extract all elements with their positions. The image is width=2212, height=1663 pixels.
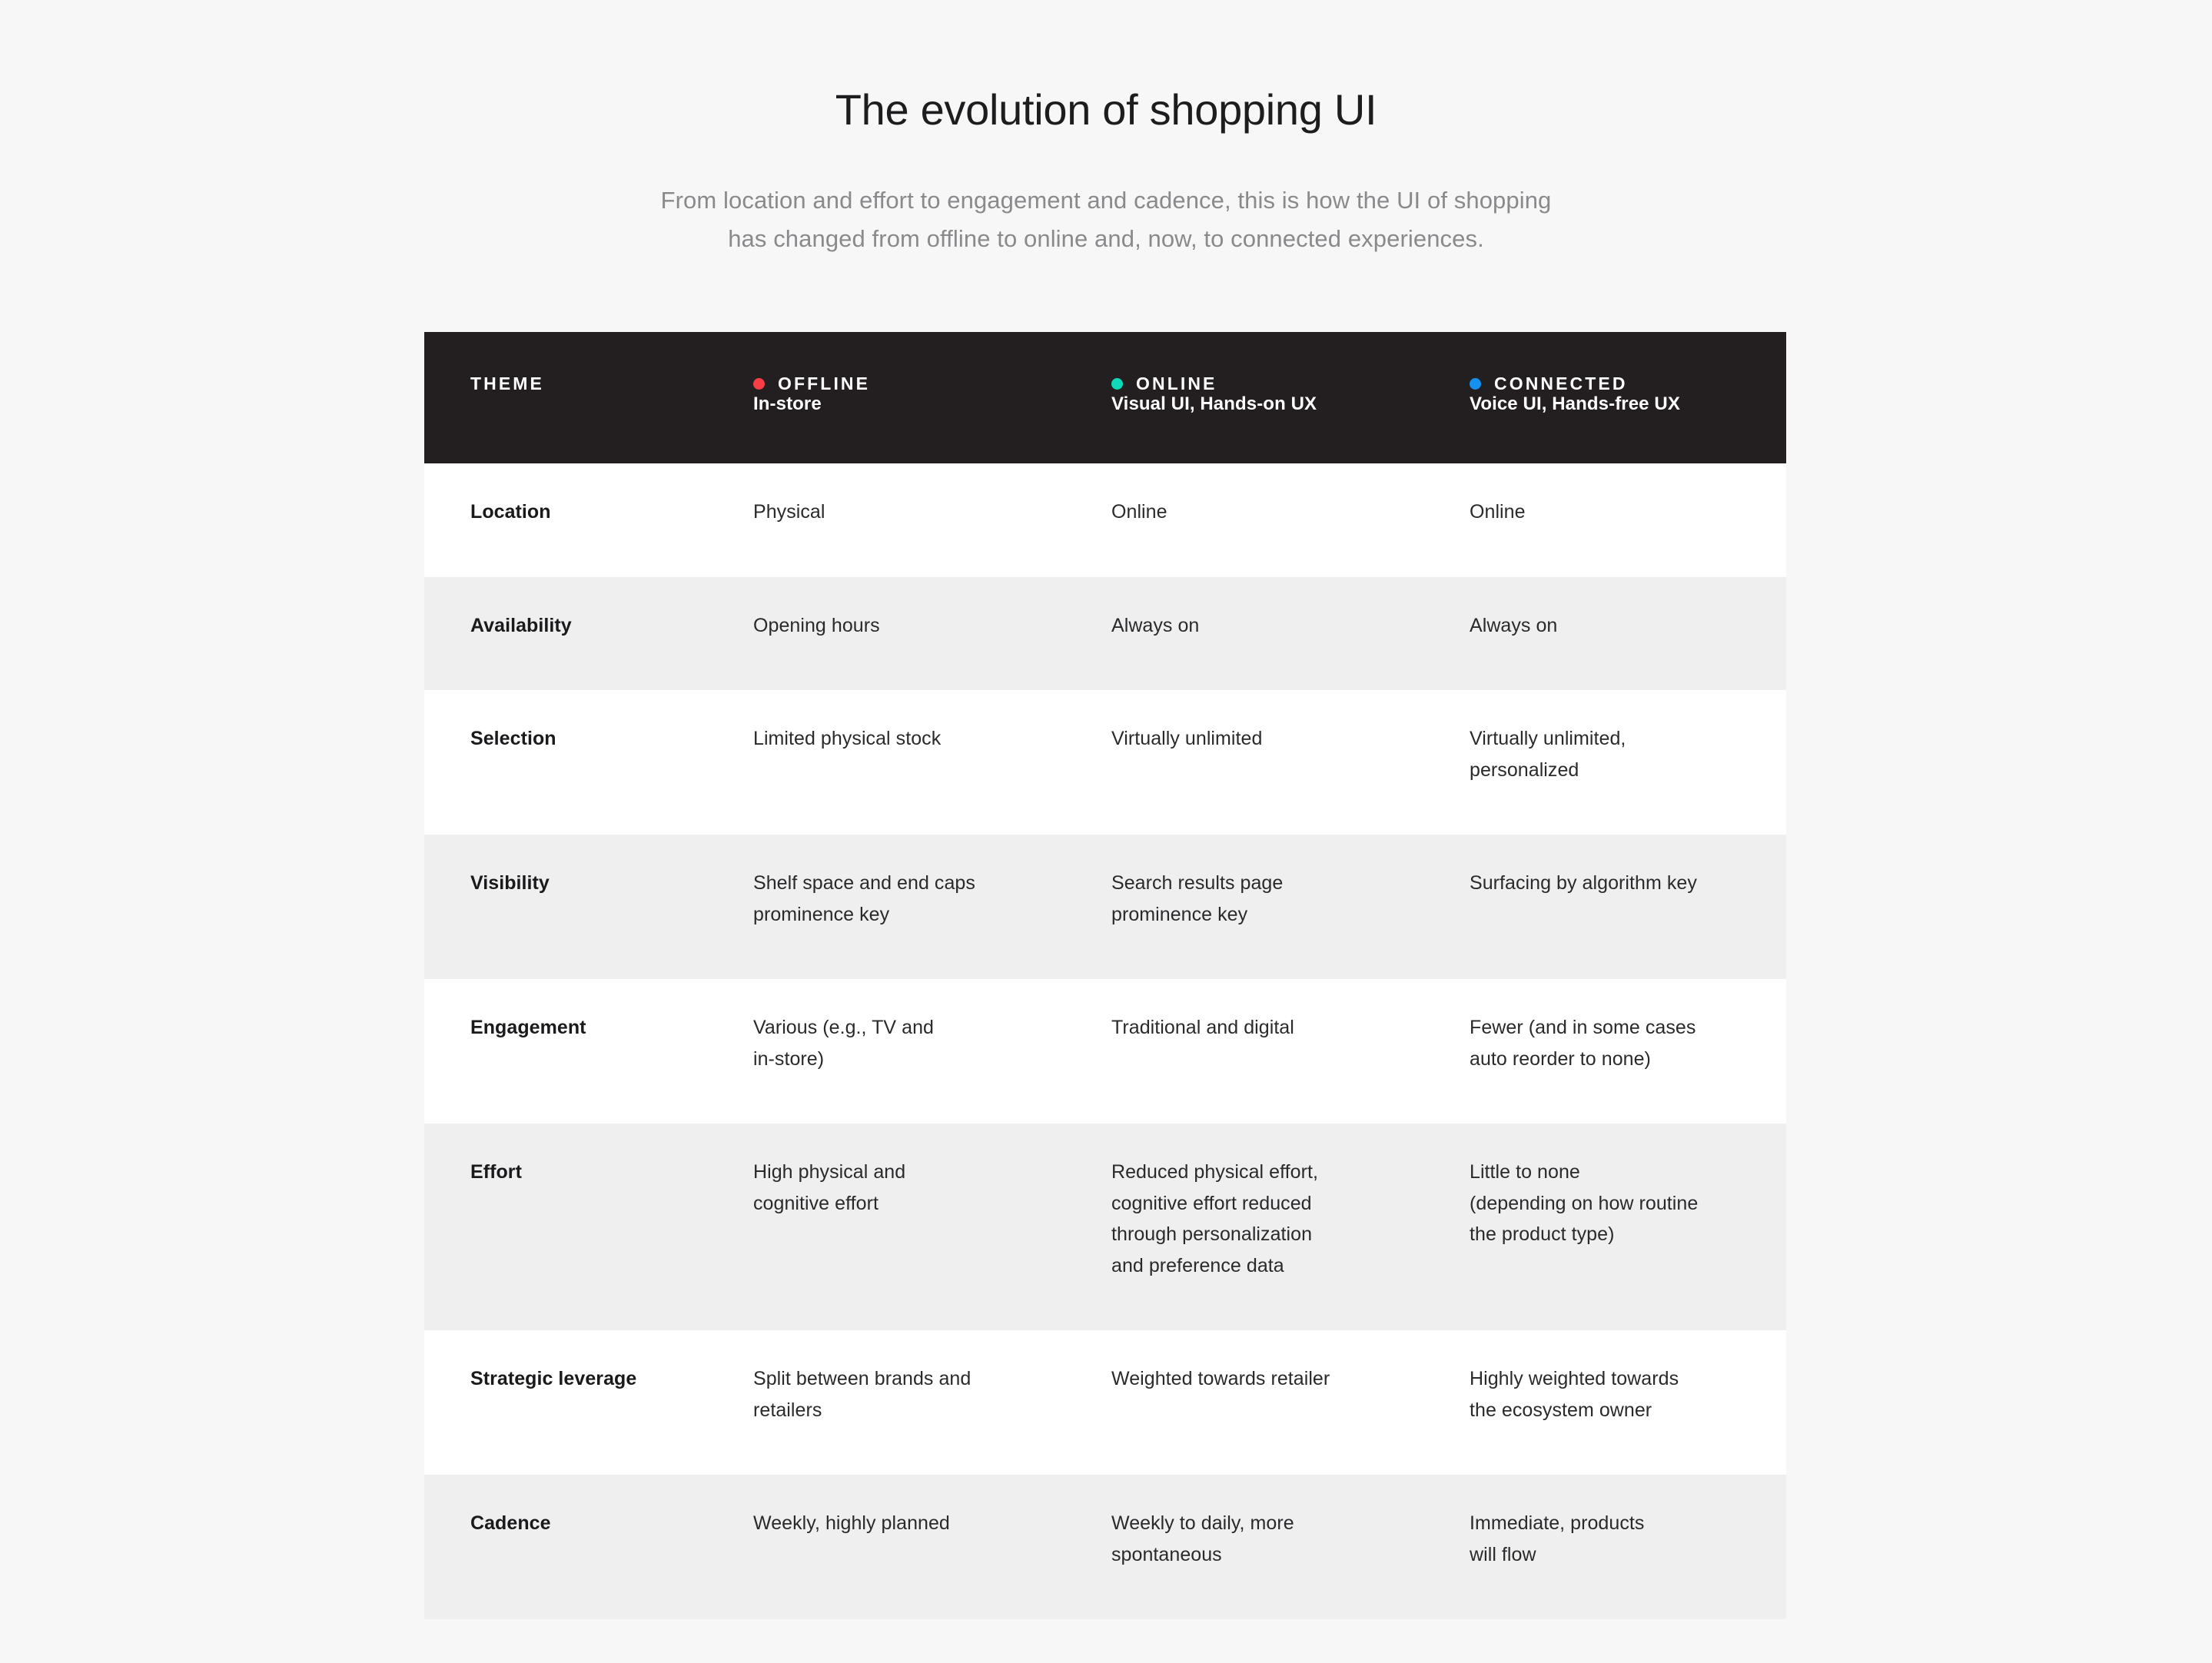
table-cell-online: Weekly to daily, more spontaneous bbox=[1068, 1475, 1427, 1619]
table-cell-offline: Various (e.g., TV and in-store) bbox=[710, 979, 1068, 1124]
table-cell-theme: Strategic leverage bbox=[470, 1368, 637, 1389]
table-cell-line: Surfacing by algorithm key bbox=[1470, 872, 1697, 894]
column-header-theme-label: THEME bbox=[470, 373, 544, 393]
table-row: Location Physical Online Online bbox=[424, 463, 1786, 577]
column-header-offline: OFFLINE In-store bbox=[710, 332, 1068, 463]
table-cell-theme: Availability bbox=[470, 614, 572, 636]
table-cell-line: Shelf space and end caps bbox=[753, 872, 975, 894]
table-cell-line: Opening hours bbox=[753, 614, 880, 636]
table-cell-connected: Fewer (and in some cases auto reorder to … bbox=[1427, 979, 1786, 1124]
table-cell-online: Always on bbox=[1068, 577, 1427, 691]
column-header-theme-label-wrap: THEME bbox=[470, 375, 695, 393]
table-cell-offline: Shelf space and end caps prominence key bbox=[710, 835, 1068, 979]
table-cell-online: Weighted towards retailer bbox=[1068, 1330, 1427, 1475]
table-cell-line: Highly weighted towards bbox=[1470, 1368, 1679, 1389]
column-header-connected-sublabel: Voice UI, Hands-free UX bbox=[1470, 393, 1680, 414]
table-cell-line: Search results page bbox=[1111, 872, 1284, 894]
table-cell-line: Fewer (and in some cases bbox=[1470, 1017, 1696, 1038]
table-cell-line: prominence key bbox=[753, 903, 890, 925]
column-header-online-sublabel: Visual UI, Hands-on UX bbox=[1111, 393, 1317, 414]
table-row: Availability Opening hours Always on Always… bbox=[424, 576, 1786, 691]
table-cell-online: Reduced physical effort, cognitive effort… bbox=[1068, 1124, 1427, 1330]
column-header-offline-sublabel: In-store bbox=[753, 393, 822, 414]
table-cell-line: the ecosystem owner bbox=[1470, 1399, 1652, 1421]
table-cell-online: Traditional and digital bbox=[1068, 979, 1427, 1124]
table-cell-line: will flow bbox=[1470, 1543, 1536, 1565]
page-subtitle: From location and effort to engagement a… bbox=[507, 137, 1705, 258]
table-row: Effort High physical and cognitive effort R… bbox=[424, 1124, 1786, 1330]
page-root: The evolution of shopping UI From locati… bbox=[0, 0, 2212, 1663]
table-row: Strategic leverage Split between brands a… bbox=[424, 1330, 1786, 1475]
table-cell-connected: Little to none (depending on how routine t… bbox=[1427, 1124, 1786, 1330]
table-cell-line: personalized bbox=[1470, 758, 1579, 781]
table-cell-online: Virtually unlimited bbox=[1068, 690, 1427, 835]
table-cell-connected: Highly weighted towards the ecosystem own… bbox=[1427, 1330, 1786, 1475]
table-body: Location Physical Online Online Availability… bbox=[424, 463, 1786, 1619]
table-cell-theme: Effort bbox=[470, 1161, 522, 1183]
table-cell-line: Reduced physical effort, bbox=[1111, 1161, 1318, 1183]
table-cell-line: Traditional and digital bbox=[1111, 1017, 1294, 1038]
table-row: Visibility Shelf space and end caps promin… bbox=[424, 835, 1786, 979]
table-cell-offline: Weekly, highly planned bbox=[710, 1475, 1068, 1619]
table-cell-online: Online bbox=[1068, 463, 1427, 577]
comparison-table-wrapper: THEME OFFLINE In-store ONLINE Visual UI,… bbox=[424, 332, 1786, 1619]
table-cell-line: Online bbox=[1111, 501, 1167, 523]
table-cell-line: Virtually unlimited bbox=[1111, 728, 1263, 749]
table-cell-line: Weekly to daily, more bbox=[1111, 1512, 1294, 1534]
table-cell-line: retailers bbox=[753, 1399, 822, 1421]
table-header: THEME OFFLINE In-store ONLINE Visual UI,… bbox=[424, 332, 1786, 463]
table-cell-line: in-store) bbox=[753, 1047, 825, 1070]
column-header-connected: CONNECTED Voice UI, Hands-free UX bbox=[1427, 332, 1786, 463]
table-cell-offline: Limited physical stock bbox=[710, 690, 1068, 835]
table-cell-line: spontaneous bbox=[1111, 1543, 1222, 1565]
table-cell-connected: Immediate, products will flow bbox=[1427, 1475, 1786, 1619]
column-header-theme: THEME bbox=[424, 332, 710, 463]
page-title: The evolution of shopping UI bbox=[835, 85, 1377, 134]
table-cell-connected: Online bbox=[1427, 463, 1786, 577]
page-subtitle-line: From location and effort to engagement a… bbox=[660, 187, 1552, 214]
table-cell-line: Physical bbox=[753, 501, 825, 523]
table-cell-line: Immediate, products bbox=[1470, 1512, 1645, 1534]
table-cell-line: Weekly, highly planned bbox=[753, 1512, 950, 1534]
table-cell-line: cognitive effort reduced bbox=[1111, 1192, 1312, 1214]
table-cell-theme: Cadence bbox=[470, 1512, 551, 1534]
masthead: The evolution of shopping UI From locati… bbox=[0, 0, 2212, 258]
table-row: Selection Limited physical stock Virtually… bbox=[424, 690, 1786, 835]
table-cell-line: auto reorder to none) bbox=[1470, 1047, 1651, 1070]
table-cell-line: (depending on how routine bbox=[1470, 1192, 1699, 1214]
table-cell-online: Search results page prominence key bbox=[1068, 835, 1427, 979]
table-cell-line: cognitive effort bbox=[753, 1192, 878, 1214]
table-cell-line: and preference data bbox=[1111, 1254, 1284, 1276]
page-subtitle-line: has changed from offline to online and, … bbox=[728, 225, 1484, 253]
table-cell-offline: Opening hours bbox=[710, 577, 1068, 691]
table-cell-line: Split between brands and bbox=[753, 1368, 971, 1389]
table-cell-offline: Split between brands and retailers bbox=[710, 1330, 1068, 1475]
comparison-table: THEME OFFLINE In-store ONLINE Visual UI,… bbox=[424, 332, 1786, 1619]
table-cell-line: Little to none bbox=[1470, 1161, 1580, 1183]
column-header-online: ONLINE Visual UI, Hands-on UX bbox=[1068, 332, 1427, 463]
table-cell-line: prominence key bbox=[1111, 903, 1248, 925]
table-row: Engagement Various (e.g., TV and in-store)… bbox=[424, 979, 1786, 1124]
table-cell-line: Weighted towards retailer bbox=[1111, 1368, 1330, 1389]
table-row: Cadence Weekly, highly planned Weekly to d… bbox=[424, 1475, 1786, 1619]
table-cell-offline: Physical bbox=[710, 463, 1068, 577]
table-header-row: THEME OFFLINE In-store ONLINE Visual UI,… bbox=[424, 332, 1786, 463]
table-cell-theme: Engagement bbox=[470, 1017, 586, 1038]
table-cell-theme: Selection bbox=[470, 728, 556, 749]
table-cell-theme: Visibility bbox=[470, 872, 550, 894]
table-cell-line: Limited physical stock bbox=[753, 728, 942, 749]
table-cell-line: Always on bbox=[1111, 614, 1200, 636]
table-cell-line: the product type) bbox=[1470, 1223, 1615, 1245]
table-cell-line: Always on bbox=[1470, 614, 1558, 636]
table-cell-connected: Virtually unlimited, personalized bbox=[1427, 690, 1786, 835]
table-cell-line: Various (e.g., TV and bbox=[753, 1017, 934, 1038]
table-cell-theme: Location bbox=[470, 501, 551, 523]
table-cell-offline: High physical and cognitive effort bbox=[710, 1124, 1068, 1330]
table-cell-line: Virtually unlimited, bbox=[1470, 728, 1626, 749]
table-cell-line: through personalization bbox=[1111, 1223, 1313, 1245]
table-cell-connected: Surfacing by algorithm key bbox=[1427, 835, 1786, 979]
table-cell-connected: Always on bbox=[1427, 577, 1786, 691]
table-cell-line: Online bbox=[1470, 501, 1526, 523]
table-cell-line: High physical and bbox=[753, 1161, 906, 1183]
